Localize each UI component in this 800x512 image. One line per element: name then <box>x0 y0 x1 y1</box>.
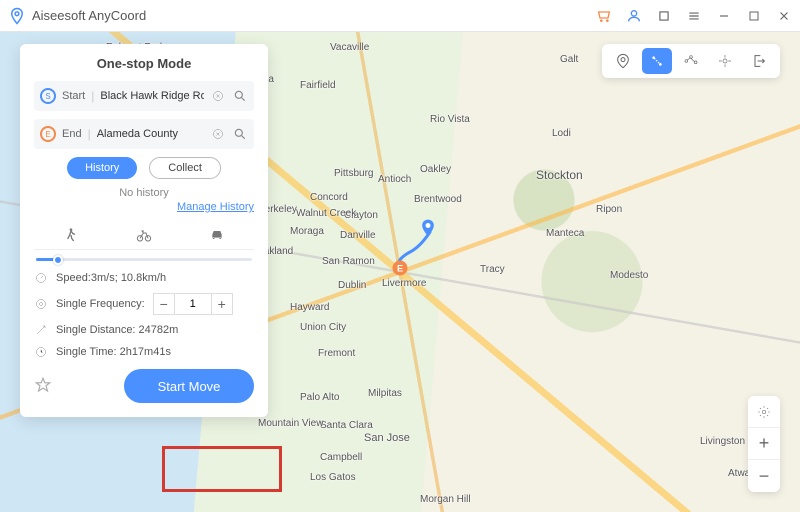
frequency-info: Single Frequency: − + <box>34 293 254 315</box>
bike-mode-icon[interactable] <box>107 221 180 249</box>
time-icon <box>34 345 48 359</box>
titlebar-actions <box>596 8 792 24</box>
map-label: Pittsburg <box>334 168 373 179</box>
map-label: Palo Alto <box>300 392 339 403</box>
panel-heading: One-stop Mode <box>34 56 254 71</box>
start-label: Start <box>62 90 85 102</box>
distance-info: Single Distance: 24782m <box>34 323 254 337</box>
map-label: Oakley <box>420 164 451 175</box>
minimize-icon[interactable] <box>716 8 732 24</box>
end-pin-icon: E <box>40 126 56 142</box>
map-label: Manteca <box>546 228 584 239</box>
no-history-text: No history <box>34 187 254 199</box>
close-icon[interactable] <box>776 8 792 24</box>
walk-mode-icon[interactable] <box>34 221 107 249</box>
map-label: Milpitas <box>368 388 402 399</box>
end-input[interactable] <box>97 128 204 140</box>
map-label: Fremont <box>318 348 355 359</box>
restore-icon[interactable] <box>656 8 672 24</box>
exit-icon[interactable] <box>744 48 774 74</box>
history-tab[interactable]: History <box>67 157 137 179</box>
search-end-icon[interactable] <box>232 126 248 142</box>
start-pin-icon: S <box>40 88 56 104</box>
time-info: Single Time: 2h17m41s <box>34 345 254 359</box>
map-label: Danville <box>340 230 376 241</box>
speed-icon <box>34 271 48 285</box>
zoom-in-button[interactable]: + <box>748 428 780 460</box>
titlebar: Aiseesoft AnyCoord <box>0 0 800 32</box>
zoom-out-button[interactable]: − <box>748 460 780 492</box>
map-label: Stockton <box>536 168 583 182</box>
zoom-control: + − <box>748 396 780 492</box>
map-label: Campbell <box>320 452 362 463</box>
modify-location-icon[interactable] <box>608 48 638 74</box>
map-label: Walnut Creek <box>296 208 356 219</box>
map-label: Livingston <box>700 436 745 447</box>
freq-input[interactable] <box>175 293 211 315</box>
map-label: Galt <box>560 54 578 65</box>
map-label: Brentwood <box>414 194 462 205</box>
menu-icon[interactable] <box>686 8 702 24</box>
transport-mode-tabs <box>34 221 254 250</box>
map-label: Santa Clara <box>320 420 373 431</box>
map-settings-icon[interactable] <box>748 396 780 428</box>
user-icon[interactable] <box>626 8 642 24</box>
end-location-row: E End | <box>34 119 254 149</box>
map-label: Dublin <box>338 280 366 291</box>
car-mode-icon[interactable] <box>181 221 254 249</box>
mode-toolstrip <box>602 44 780 78</box>
start-input[interactable] <box>100 90 204 102</box>
map-label: Mountain View <box>258 418 323 429</box>
map-label: Antioch <box>378 174 411 185</box>
start-marker-icon[interactable] <box>418 218 438 238</box>
route-panel: One-stop Mode S Start | E End | History … <box>20 44 268 417</box>
map-label: Tracy <box>480 264 505 275</box>
map-label: Los Gatos <box>310 472 356 483</box>
distance-icon <box>34 323 48 337</box>
maximize-icon[interactable] <box>746 8 762 24</box>
map-label: Rio Vista <box>430 114 470 125</box>
map-label: Morgan Hill <box>420 494 471 505</box>
one-stop-mode-icon[interactable] <box>642 48 672 74</box>
start-location-row: S Start | <box>34 81 254 111</box>
multi-stop-mode-icon[interactable] <box>676 48 706 74</box>
freq-decrement[interactable]: − <box>153 293 175 315</box>
app-title: Aiseesoft AnyCoord <box>32 8 596 23</box>
frequency-icon <box>34 297 48 311</box>
map-label: Modesto <box>610 270 648 281</box>
end-marker-icon[interactable]: E <box>390 258 410 278</box>
end-label: End <box>62 128 82 140</box>
speed-slider[interactable] <box>36 258 252 261</box>
app-logo-icon <box>8 7 26 25</box>
joystick-mode-icon[interactable] <box>710 48 740 74</box>
manage-history-link[interactable]: Manage History <box>34 201 254 213</box>
search-start-icon[interactable] <box>232 88 248 104</box>
map-label: Vacaville <box>330 42 369 53</box>
map-label: Ripon <box>596 204 622 215</box>
map-label: Concord <box>310 192 348 203</box>
map-label: Union City <box>300 322 346 333</box>
map-label: Fairfield <box>300 80 336 91</box>
clear-start-icon[interactable] <box>210 88 226 104</box>
favorite-icon[interactable] <box>34 376 54 396</box>
cart-icon[interactable] <box>596 8 612 24</box>
map-label: San Ramon <box>322 256 375 267</box>
speed-info: Speed:3m/s; 10.8km/h <box>34 271 254 285</box>
map-label: Lodi <box>552 128 571 139</box>
freq-increment[interactable]: + <box>211 293 233 315</box>
collect-tab[interactable]: Collect <box>149 157 221 179</box>
map-label: Moraga <box>290 226 324 237</box>
clear-end-icon[interactable] <box>210 126 226 142</box>
start-move-button[interactable]: Start Move <box>124 369 254 403</box>
svg-text:E: E <box>397 263 403 273</box>
map-label: San Jose <box>364 432 410 444</box>
map-label: Hayward <box>290 302 329 313</box>
